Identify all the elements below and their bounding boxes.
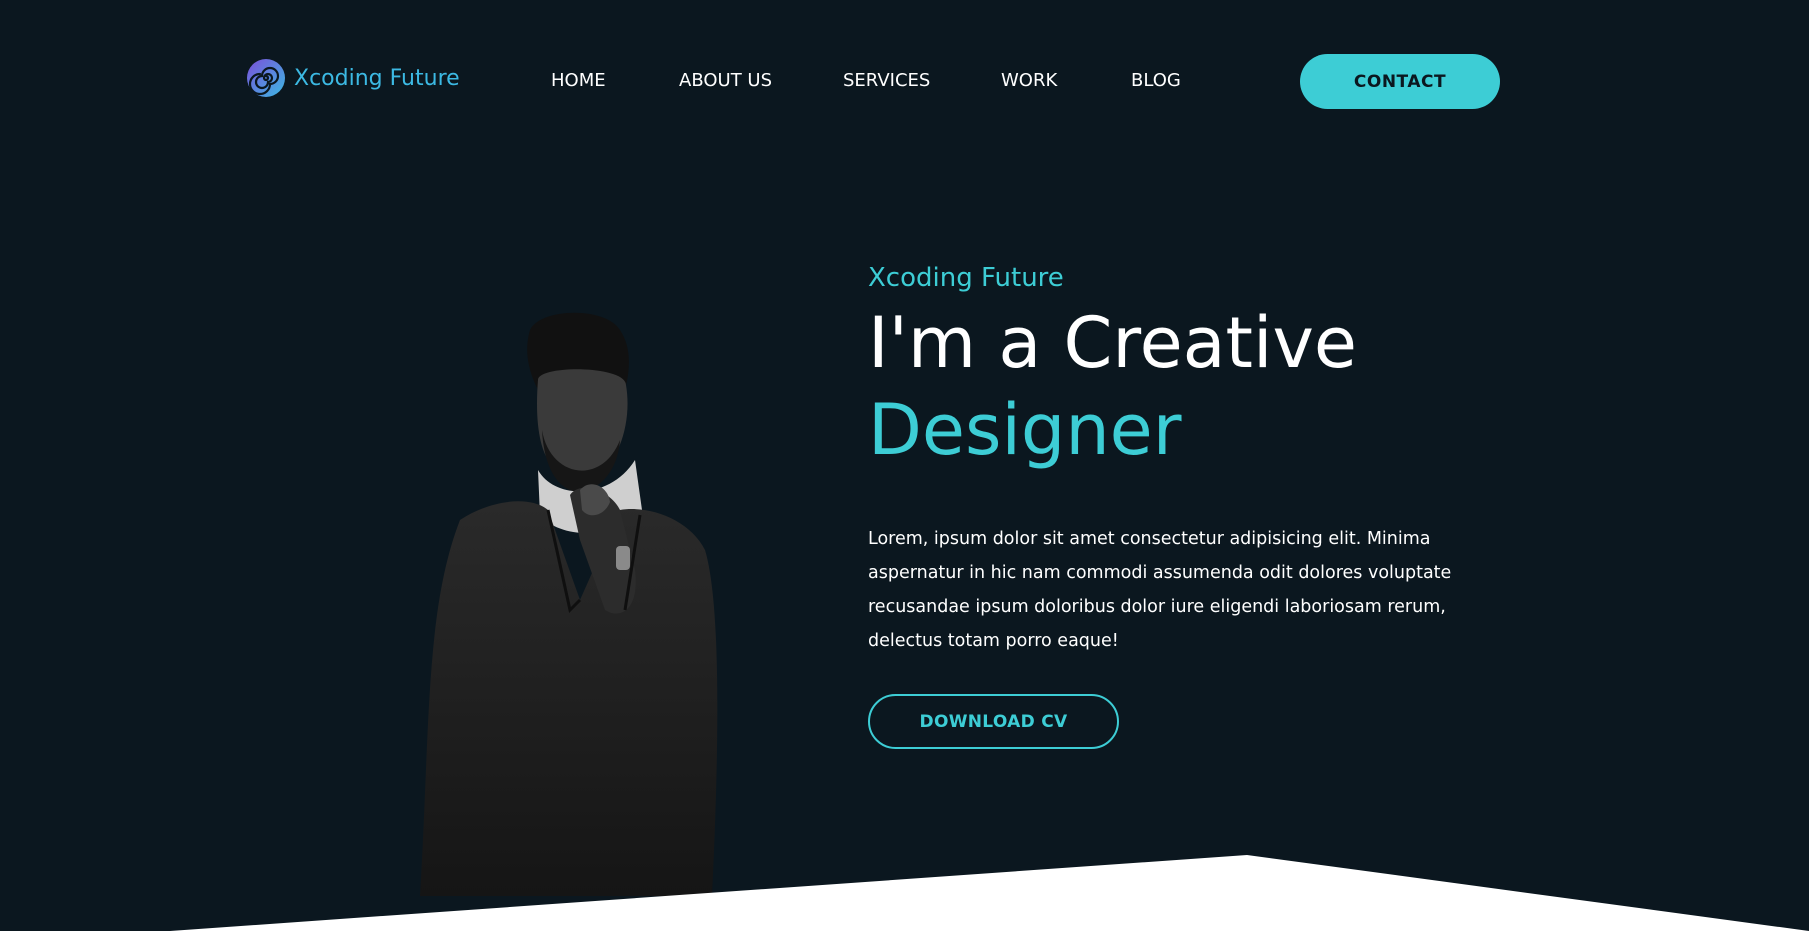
hero-subtitle: Xcoding Future [868,263,1064,293]
landing-page: Xcoding Future HOME ABOUT US SERVICES WO… [0,0,1809,931]
hero-section: Xcoding Future I'm a Creative Designer L… [868,258,1508,651]
hero-portrait-image [420,312,718,896]
nav-item-blog[interactable]: BLOG [1131,70,1181,91]
nav-item-about-us[interactable]: ABOUT US [679,70,772,91]
download-cv-button[interactable]: DOWNLOAD CV [868,694,1119,749]
brand-name: Xcoding Future [294,65,460,91]
hero-title-line2: Designer [868,389,1182,471]
nav-item-services[interactable]: SERVICES [843,70,930,91]
nav-item-home[interactable]: HOME [551,70,606,91]
hero-description: Lorem, ipsum dolor sit amet consectetur … [868,529,1452,651]
nav-item-work[interactable]: WORK [1001,70,1057,91]
hero-title-line1: I'm a Creative [868,302,1357,384]
logo-link[interactable]: Xcoding Future [246,58,460,98]
spiral-logo-icon [247,59,285,97]
contact-button[interactable]: CONTACT [1300,54,1500,109]
